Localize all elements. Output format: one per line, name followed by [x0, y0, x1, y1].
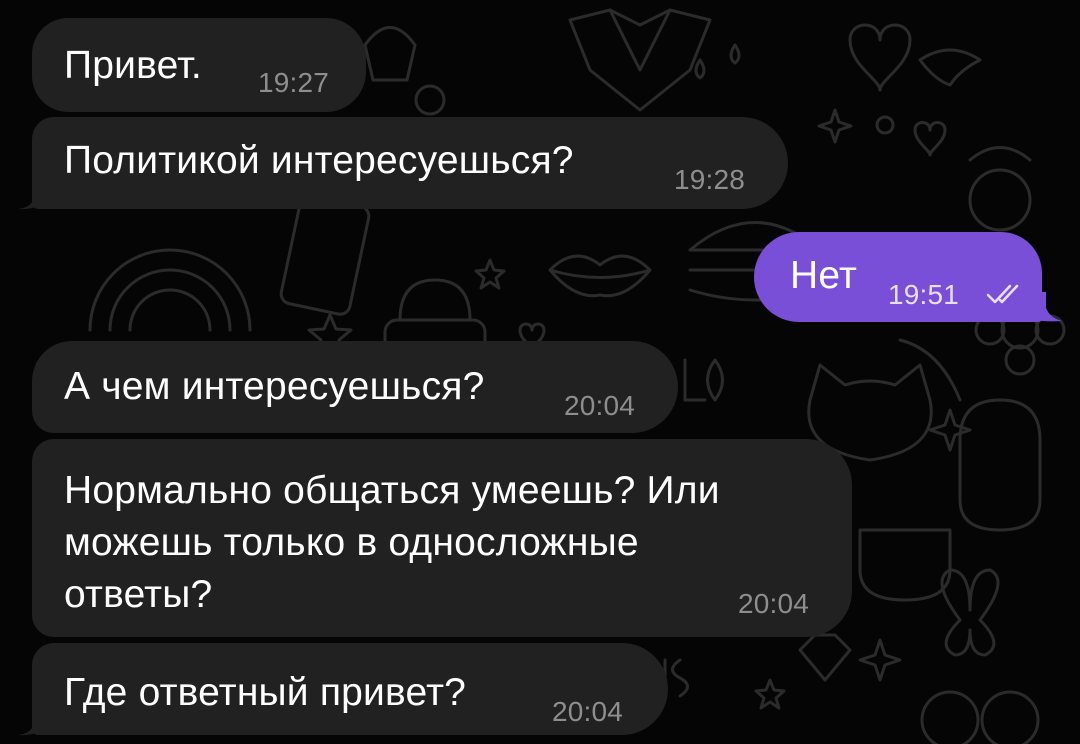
message-bubble-incoming[interactable]: Нормально общаться умеешь? Или можешь то… — [32, 439, 852, 637]
lips-doodle-icon — [548, 254, 652, 298]
message-text: Нет — [790, 254, 858, 297]
gem-heart-doodle-icon — [568, 8, 712, 112]
message-timestamp: 20:04 — [564, 390, 636, 421]
message-timestamp: 19:28 — [674, 164, 746, 195]
message-timestamp: 20:04 — [552, 696, 624, 727]
message-text: А чем интересуешься? — [64, 365, 485, 408]
message-bubble-incoming[interactable]: Привет. 19:27 — [32, 18, 366, 112]
rose-doodle-icon — [920, 690, 980, 744]
rainbow-doodle-icon — [88, 248, 252, 332]
phone-doodle-icon — [279, 194, 371, 316]
feather-doodle-icon — [898, 338, 962, 402]
sparkle-icon — [928, 408, 972, 452]
message-text: Политикой интересуешься? — [64, 139, 574, 182]
butterfly-doodle-icon — [940, 568, 1000, 657]
message-text: Нормально общаться умеешь? Или можешь то… — [64, 469, 720, 616]
cupcake-doodle-icon — [363, 26, 417, 82]
wing-doodle-icon — [918, 48, 982, 87]
message-timestamp: 19:51 — [888, 279, 960, 310]
heart-doodle-icon — [848, 23, 912, 92]
bubble-tail — [18, 706, 48, 736]
gem-doodle-icon — [798, 633, 852, 682]
cup-doodle-icon — [858, 528, 952, 602]
message-text: Привет. — [64, 44, 202, 87]
bubble-tail — [1034, 292, 1062, 322]
message-timestamp: 19:27 — [258, 67, 330, 98]
message-bubble-incoming[interactable]: Политикой интересуешься? 19:28 — [32, 117, 788, 209]
lock-doodle-icon — [398, 278, 472, 322]
message-bubble-incoming[interactable]: А чем интересуешься? 20:04 — [32, 341, 678, 433]
message-timestamp: 20:04 — [738, 588, 810, 619]
chat-view: Привет. 19:27 Политикой интересуешься? 1… — [0, 0, 1080, 744]
mitten-doodle-icon — [958, 398, 1042, 532]
message-bubble-incoming[interactable]: Где ответный привет? 20:04 — [32, 643, 668, 735]
bubble-tail — [18, 180, 48, 210]
message-bubble-outgoing[interactable]: Нет 19:51 — [754, 232, 1042, 322]
double-check-icon — [986, 284, 1019, 304]
message-text: Где ответный привет? — [64, 671, 467, 714]
